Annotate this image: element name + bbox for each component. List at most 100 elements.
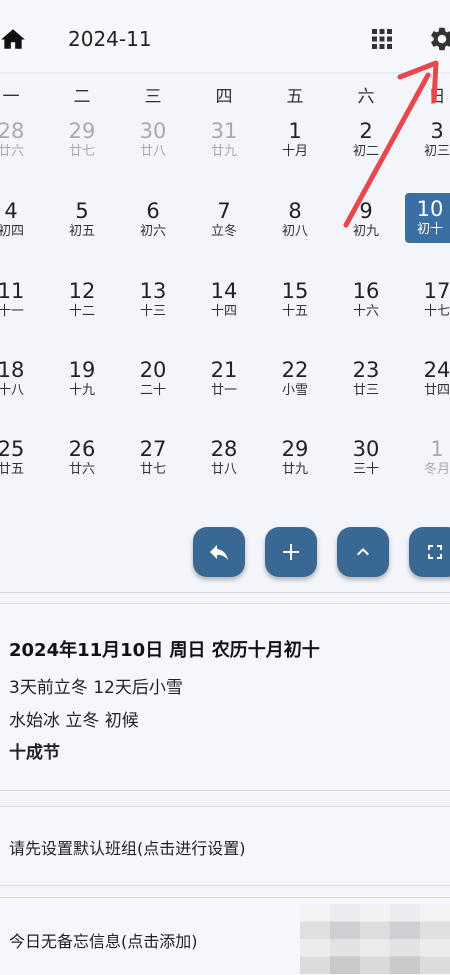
day-cell[interactable]: 30 三十: [336, 433, 396, 495]
annotation-arrow: [343, 60, 439, 228]
day-number: 20: [139, 358, 167, 382]
day-cell[interactable]: 20 二十: [123, 354, 183, 416]
lunar-date: 廿九: [281, 462, 308, 477]
day-cell[interactable]: 19 十九: [52, 354, 112, 416]
day-number: 7: [217, 199, 231, 223]
day-cell[interactable]: 7 立冬: [194, 195, 254, 257]
lunar-date: 廿四: [423, 383, 450, 398]
day-number: 29: [281, 437, 309, 461]
day-cell[interactable]: 8 初八: [265, 195, 325, 257]
day-number: 17: [423, 279, 450, 303]
day-cell[interactable]: 24 廿四: [407, 354, 450, 416]
chevron-up-icon: [357, 548, 369, 556]
day-cell[interactable]: 31 廿九: [194, 115, 254, 177]
day-cell[interactable]: 27 廿七: [123, 433, 183, 495]
fullscreen-button[interactable]: [409, 527, 450, 577]
lunar-date: 十八: [0, 383, 24, 398]
day-number: 6: [146, 199, 160, 223]
phenology-line: 水始冰 立冬 初候: [9, 711, 139, 731]
day-cell[interactable]: 1 冬月: [407, 433, 450, 495]
day-cell[interactable]: 16 十六: [336, 275, 396, 337]
day-cell[interactable]: 5 初五: [52, 195, 112, 257]
divider: [0, 592, 450, 593]
day-number: 28: [210, 437, 238, 461]
lunar-date: 廿六: [0, 144, 24, 159]
day-cell[interactable]: 21 廿一: [194, 354, 254, 416]
lunar-date: 廿八: [210, 462, 237, 477]
day-number: 24: [423, 358, 450, 382]
back-button[interactable]: [193, 527, 245, 577]
day-number: 8: [288, 199, 302, 223]
day-number: 15: [281, 279, 309, 303]
lunar-date: 冬月: [423, 462, 450, 477]
day-cell[interactable]: 25 廿五: [0, 433, 41, 495]
day-number: 11: [0, 279, 25, 303]
day-number: 18: [0, 358, 25, 382]
festival-line: 十成节: [9, 743, 60, 763]
day-number: 26: [68, 437, 96, 461]
lunar-date: 三十: [352, 462, 379, 477]
lunar-date: 初五: [68, 224, 95, 239]
memo-prompt[interactable]: 今日无备忘信息(点击添加): [9, 928, 198, 952]
lunar-date: 十九: [68, 383, 95, 398]
day-number: 30: [139, 119, 167, 143]
day-number: 16: [352, 279, 380, 303]
day-cell[interactable]: 1 十月: [265, 115, 325, 177]
day-cell[interactable]: 28 廿六: [0, 115, 41, 177]
lunar-date: 廿一: [210, 383, 237, 398]
day-cell[interactable]: 13 十三: [123, 275, 183, 337]
day-cell[interactable]: 14 十四: [194, 275, 254, 337]
lunar-date: 初八: [281, 224, 308, 239]
fullscreen-icon: [428, 545, 442, 559]
lunar-date: 初六: [139, 224, 166, 239]
day-cell[interactable]: 4 初四: [0, 195, 41, 257]
lunar-date: 廿八: [139, 144, 166, 159]
day-number: 23: [352, 358, 380, 382]
apps-grid-icon[interactable]: [370, 27, 394, 51]
month-title[interactable]: 2024-11: [68, 27, 152, 51]
day-cell[interactable]: 23 廿三: [336, 354, 396, 416]
lunar-date: 十一: [0, 304, 24, 319]
lunar-date: 十七: [423, 304, 450, 319]
day-cell[interactable]: 11 十一: [0, 275, 41, 337]
add-button[interactable]: [265, 527, 317, 577]
day-cell[interactable]: 29 廿七: [52, 115, 112, 177]
weekday-label: 三: [144, 87, 162, 107]
day-cell[interactable]: 12 十二: [52, 275, 112, 337]
day-number: 19: [68, 358, 96, 382]
day-cell[interactable]: 6 初六: [123, 195, 183, 257]
day-number: 12: [68, 279, 96, 303]
day-cell[interactable]: 22 小雪: [265, 354, 325, 416]
home-icon[interactable]: [0, 26, 26, 52]
day-cell[interactable]: 18 十八: [0, 354, 41, 416]
gear-icon[interactable]: [428, 25, 450, 53]
day-cell[interactable]: 17 十七: [407, 275, 450, 337]
lunar-date: 十月: [281, 144, 308, 159]
lunar-date: 十五: [281, 304, 308, 319]
day-number: 5: [75, 199, 89, 223]
lunar-date: 廿七: [139, 462, 166, 477]
solar-terms-line: 3天前立冬 12天后小雪: [9, 678, 183, 698]
lunar-date: 立冬: [210, 224, 237, 239]
day-cell[interactable]: 28 廿八: [194, 433, 254, 495]
day-number: 22: [281, 358, 309, 382]
day-cell[interactable]: 29 廿九: [265, 433, 325, 495]
reply-icon: [210, 545, 228, 560]
weekday-label: 二: [73, 87, 91, 107]
day-number: 27: [139, 437, 167, 461]
lunar-date: 二十: [139, 383, 166, 398]
day-number: 13: [139, 279, 167, 303]
weekday-label: 四: [215, 87, 233, 107]
day-cell[interactable]: 30 廿八: [123, 115, 183, 177]
lunar-date: 廿三: [352, 383, 379, 398]
weekday-label: 一: [2, 87, 20, 107]
lunar-date: 廿五: [0, 462, 24, 477]
day-cell[interactable]: 26 廿六: [52, 433, 112, 495]
lunar-date: 十六: [352, 304, 379, 319]
lunar-date: 廿七: [68, 144, 95, 159]
shift-prompt[interactable]: 请先设置默认班组(点击进行设置): [9, 835, 246, 859]
day-number: 21: [210, 358, 238, 382]
day-number: 1: [430, 437, 444, 461]
day-cell[interactable]: 15 十五: [265, 275, 325, 337]
collapse-button[interactable]: [337, 527, 389, 577]
